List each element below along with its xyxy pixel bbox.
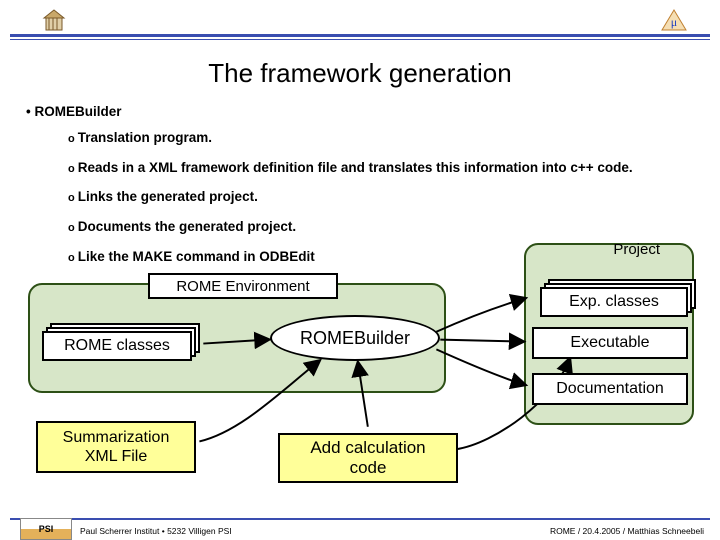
exp-classes-label: Exp. classes bbox=[540, 287, 688, 317]
xml-file-box: Summarization XML File bbox=[36, 421, 196, 473]
bullet-sub: Links the generated project. bbox=[68, 187, 694, 207]
xml-file-label: Summarization XML File bbox=[63, 428, 170, 466]
rome-classes-label: ROME classes bbox=[42, 331, 192, 361]
svg-text:μ: μ bbox=[671, 15, 677, 29]
romebuilder-node: ROMEBuilder bbox=[270, 315, 440, 361]
header-divider bbox=[10, 34, 710, 40]
documentation-box: Documentation bbox=[532, 373, 688, 405]
executable-box: Executable bbox=[532, 327, 688, 359]
add-calc-box: Add calculation code bbox=[278, 433, 458, 483]
rome-environment-label: ROME Environment bbox=[148, 273, 338, 299]
add-calc-label: Add calculation code bbox=[310, 438, 425, 477]
psi-logo: PSI bbox=[20, 518, 72, 540]
bullet-main: ROMEBuilder bbox=[26, 102, 694, 122]
bullet-sub: Reads in a XML framework definition file… bbox=[68, 158, 694, 178]
footer-right: ROME / 20.4.2005 / Matthias Schneebeli bbox=[550, 526, 704, 536]
page-title: The framework generation bbox=[0, 58, 720, 89]
rome-classes-box: ROME classes bbox=[42, 323, 192, 353]
diagram: ROME Environment Project ROME classes Ex… bbox=[18, 275, 702, 510]
footer-left: Paul Scherrer Institut • 5232 Villigen P… bbox=[80, 526, 232, 536]
logo-icon: μ bbox=[660, 8, 688, 32]
bullet-sub: Translation program. bbox=[68, 128, 694, 148]
building-icon bbox=[40, 8, 68, 32]
bullet-sub: Documents the generated project. bbox=[68, 217, 694, 237]
project-label: Project bbox=[613, 241, 660, 258]
exp-classes-box: Exp. classes bbox=[540, 279, 688, 309]
footer-divider bbox=[10, 518, 710, 520]
